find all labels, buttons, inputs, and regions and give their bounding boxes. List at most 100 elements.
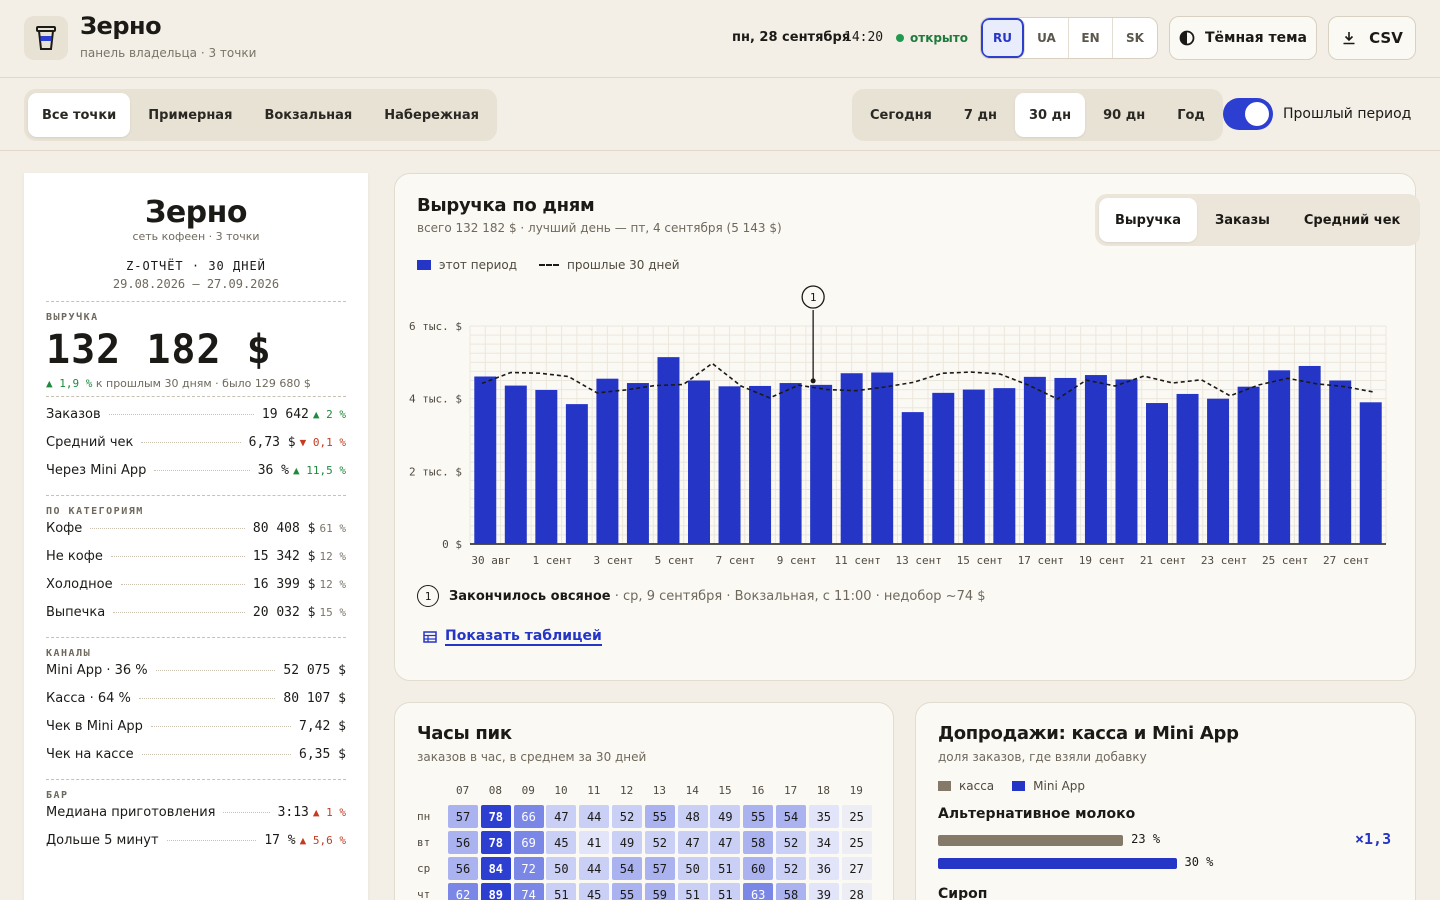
metric-tab-orders[interactable]: Заказы — [1199, 198, 1286, 242]
heatmap-cell: 41 — [579, 831, 610, 854]
divider — [46, 396, 346, 397]
category-share: 12 % — [319, 578, 347, 591]
bar-metric-delta: ▲ 1 % — [312, 806, 346, 819]
y-tick-label: 0 $ — [442, 538, 462, 551]
revenue-card-subtitle: всего 132 182 $ · лучший день — пт, 4 се… — [417, 221, 782, 235]
lang-ua-button[interactable]: UA — [1025, 18, 1069, 58]
heatmap-cell: 27 — [841, 857, 872, 880]
lang-ru-button[interactable]: RU — [981, 18, 1025, 58]
location-tab-primernaya[interactable]: Примерная — [134, 93, 246, 137]
revenue-delta: ▲ 1,9 % — [46, 377, 93, 390]
location-tab-all[interactable]: Все точки — [28, 93, 131, 137]
bar-metric-label: Медиана приготовления — [46, 805, 216, 820]
kpi-value: 36 % — [257, 463, 290, 478]
heatmap-cell: 48 — [677, 805, 708, 828]
metric-tab-avg-check[interactable]: Средний чек — [1288, 198, 1416, 242]
coffee-cup-icon — [24, 16, 68, 60]
kpi-row-avg-check: Средний чек 6,73 $ ▼ 0,1 % — [46, 435, 346, 463]
upsell-item-label: Сироп — [938, 886, 988, 900]
categories-label: ПО КАТЕГОРИЯМ — [46, 506, 144, 517]
bar-row: Медиана приготовления 3:13 ▲ 1 % — [46, 805, 346, 833]
compare-label: Прошлый период — [1283, 106, 1412, 122]
kpi-row-mini-app: Через Mini App 36 % ▲ 11,5 % — [46, 463, 346, 491]
x-tick-label: 17 сент — [1018, 554, 1064, 567]
csv-export-button[interactable]: CSV — [1328, 16, 1416, 60]
legend-kassa-label: касса — [959, 779, 995, 793]
heatmap-day-label: вт — [417, 836, 431, 849]
heatmap-cell: 52 — [612, 805, 642, 828]
x-tick-label: 9 сент — [777, 554, 817, 567]
heatmap-cell: 47 — [677, 831, 708, 854]
kpi-label: Средний чек — [46, 435, 134, 450]
upsell-legend: касса Mini App — [938, 779, 1085, 793]
heatmap-cell: 63 — [743, 883, 774, 900]
period-tab-today[interactable]: Сегодня — [856, 93, 946, 137]
receipt-subtitle: сеть кофеен · 3 точки — [132, 230, 260, 243]
revenue-bar — [596, 378, 619, 544]
compare-toggle[interactable] — [1223, 98, 1273, 130]
x-tick-label: 3 сент — [594, 554, 634, 567]
x-tick-label: 13 сент — [896, 554, 942, 567]
period-tab-7d[interactable]: 7 дн — [950, 93, 1011, 137]
bar-metric-value: 17 % — [264, 833, 296, 848]
revenue-bar — [901, 412, 924, 544]
show-table-link[interactable]: Показать таблицей — [423, 628, 602, 646]
bar-label: БАР — [46, 790, 69, 801]
upsell-value-kassa: 23 % — [1131, 832, 1161, 846]
revenue-total: 132 182 $ — [46, 327, 272, 373]
heatmap-cell: 50 — [677, 857, 708, 880]
upsell-bar-app — [938, 858, 1177, 869]
revenue-bar — [1237, 386, 1260, 544]
heatmap-cell: 36 — [808, 857, 839, 880]
heatmap-cell: 78 — [480, 831, 511, 854]
divider — [46, 779, 346, 780]
kpi-label: Заказов — [46, 407, 101, 422]
heatmap-hour-label: 17 — [784, 784, 798, 797]
dot-leader — [150, 726, 292, 727]
heatmap-cell: 47 — [546, 805, 577, 828]
kpi-value: 6,73 $ — [248, 435, 296, 450]
revenue-bar — [932, 392, 955, 544]
kpi-delta: ▲ 11,5 % — [293, 464, 346, 477]
top-header: Зерно панель владельца · 3 точки пн, 28 … — [0, 0, 1440, 78]
channel-value: 6,35 $ — [299, 747, 346, 762]
x-tick-label: 21 сент — [1140, 554, 1186, 567]
heatmap-cell: 62 — [448, 883, 478, 900]
location-tab-naberezhnaya[interactable]: Набережная — [370, 93, 493, 137]
dot-leader — [90, 528, 245, 529]
x-tick-label: 19 сент — [1079, 554, 1125, 567]
annotation-title: Закончилось овсяное — [449, 588, 611, 604]
category-value: 15 342 $ — [252, 549, 316, 564]
lang-en-button[interactable]: EN — [1069, 18, 1113, 58]
kpi-value: 19 642 — [261, 407, 309, 422]
category-label: Холодное — [46, 577, 113, 592]
channel-row: Чек в Mini App 7,42 $ — [46, 719, 346, 747]
filter-bar: Все точки Примерная Вокзальная Набережна… — [0, 79, 1440, 151]
revenue-bar — [1146, 403, 1168, 544]
chart-legend: этот период прошлые 30 дней — [417, 258, 680, 272]
revenue-bar — [779, 383, 802, 544]
heatmap-cell: 60 — [743, 857, 774, 880]
period-tab-year[interactable]: Год — [1163, 93, 1219, 137]
theme-toggle-button[interactable]: Тёмная тема — [1169, 16, 1317, 60]
heatmap-cell: 28 — [841, 883, 872, 900]
channel-label: Mini App · 36 % — [46, 663, 148, 678]
heatmap-cell: 35 — [808, 805, 839, 828]
heatmap-hour-label: 07 — [456, 784, 470, 797]
bar-metric-delta: ▲ 5,6 % — [299, 834, 346, 847]
channel-row: Касса · 64 % 80 107 $ — [46, 691, 346, 719]
theme-label: Тёмная тема — [1205, 30, 1307, 46]
heatmap-cell: 56 — [448, 857, 478, 880]
heatmap-cell: 84 — [480, 857, 511, 880]
lang-sk-button[interactable]: SK — [1113, 18, 1157, 58]
download-icon — [1343, 32, 1355, 45]
x-tick-label: 27 сент — [1323, 554, 1369, 567]
period-tab-90d[interactable]: 90 дн — [1089, 93, 1159, 137]
heatmap-cell: 66 — [513, 805, 544, 828]
heatmap-title: Часы пик — [417, 723, 512, 744]
location-tab-vokzalnaya[interactable]: Вокзальная — [250, 93, 366, 137]
period-tab-30d[interactable]: 30 дн — [1014, 93, 1086, 137]
status-text: открыто — [910, 31, 968, 45]
category-label: Не кофе — [46, 549, 103, 564]
metric-tab-revenue[interactable]: Выручка — [1099, 198, 1197, 242]
